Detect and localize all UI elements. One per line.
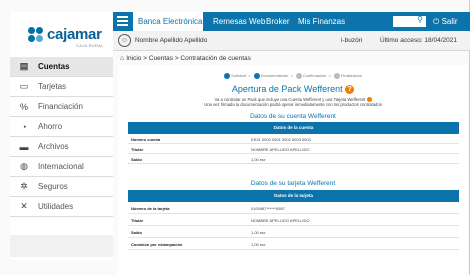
- user-name: Nombre Apellido Apellido: [135, 37, 208, 44]
- row-value: 0100987******0987: [251, 206, 285, 211]
- table-row: Titular NOMBRE APELLIDO APELLIDO: [128, 214, 459, 226]
- card-table-header: Datos de la tarjeta: [128, 190, 459, 202]
- table-row: Saldo 1,00 eur: [128, 226, 459, 238]
- account-section-title: Datos de su cuenta Wefferent: [250, 113, 336, 120]
- sidebar-item-tarjetas[interactable]: ▭ Tarjetas: [10, 77, 113, 97]
- book-icon: ▤: [19, 61, 29, 71]
- sidebar-item-label: Seguros: [38, 182, 68, 191]
- user-bar: ☺ Nombre Apellido Apellido i-buzón Últim…: [113, 31, 470, 51]
- progress-steps: Solicitud > Documentación > Confirmación > …: [118, 73, 468, 79]
- page-title-text: Apertura de Pack Wefferent: [231, 84, 343, 94]
- step-label: Solicitud: [230, 73, 247, 79]
- row-value: 1,00 eur: [251, 242, 266, 247]
- row-value: NOMBRE APELLIDO APELLIDO: [251, 147, 310, 152]
- table-row: Comisión por estampación 1,00 eur: [128, 238, 459, 250]
- brand-name: cajamar: [47, 26, 102, 43]
- page-title: Apertura de Pack Wefferent ?: [118, 84, 468, 95]
- help-icon[interactable]: ?: [345, 85, 355, 95]
- row-label: Saldo: [131, 230, 142, 235]
- row-label: Número de la tarjeta: [131, 206, 170, 211]
- user-avatar-icon[interactable]: ☺: [118, 34, 131, 47]
- row-value: 1,00 eur: [251, 157, 266, 162]
- tools-icon: ✕: [20, 201, 28, 211]
- row-label: Saldo: [131, 157, 142, 162]
- tab-remesas-web[interactable]: Remesas Web: [213, 12, 265, 31]
- shield-icon: ✲: [20, 181, 28, 191]
- account-table: Datos de la cuenta Número cuenta ES21 00…: [128, 122, 459, 164]
- step-1-icon: [223, 73, 230, 79]
- top-navigation: Banca Electrónica Remesas Web Broker Mis…: [113, 12, 470, 31]
- account-table-header: Datos de la cuenta: [128, 122, 459, 134]
- row-label: Titular: [131, 218, 144, 223]
- last-access: Último acceso: 18/04/2021: [380, 37, 457, 44]
- sidebar-item-seguros[interactable]: ✲ Seguros: [10, 177, 113, 197]
- step-label: Finalización: [340, 73, 363, 79]
- card-table: Datos de la tarjeta Número de la tarjeta…: [128, 190, 459, 250]
- step-3-icon: [295, 73, 302, 79]
- sidebar-item-label: Cuentas: [38, 62, 70, 71]
- intro-line-2: Una vez firmada la documentación podrá o…: [204, 102, 382, 107]
- card-icon: ▭: [19, 81, 29, 91]
- row-label: Número cuenta: [131, 137, 161, 142]
- tab-broker[interactable]: Broker: [266, 12, 290, 31]
- sidebar-item-label: Utilidades: [38, 202, 74, 211]
- sidebar-item-label: Tarjetas: [38, 82, 67, 91]
- row-value: NOMBRE APELLIDO APELLIDO: [251, 218, 310, 223]
- row-value: 1,00 eur: [251, 230, 266, 235]
- table-row: Número cuenta ES21 0000 0001 0002 0003 0…: [128, 134, 459, 144]
- home-icon[interactable]: ⌂: [120, 55, 124, 62]
- logout-button[interactable]: ⏻ Salir: [433, 12, 458, 31]
- sidebar-nav: ▤ Cuentas ▭ Tarjetas % Financiación ◔ Ah…: [10, 57, 113, 217]
- folder-icon: ▬: [19, 141, 29, 152]
- row-label: Comisión por estampación: [131, 242, 183, 247]
- search-icon[interactable]: ⚲: [417, 15, 423, 24]
- table-row: Saldo 1,00 eur: [128, 154, 459, 164]
- brand-logo-icon: [28, 27, 44, 43]
- sidebar-item-internacional[interactable]: ◍ Internacional: [10, 157, 113, 177]
- tab-banca-electronica[interactable]: Banca Electrónica: [133, 12, 203, 31]
- brand-tagline: CAJA RURAL: [76, 43, 104, 48]
- search-input[interactable]: ⚲: [393, 15, 426, 27]
- sidebar-item-label: Ahorro: [38, 122, 63, 131]
- table-row: Número de la tarjeta 0100987******0987: [128, 202, 459, 214]
- app-window: cajamar CAJA RURAL ▤ Cuentas ▭ Tarjetas …: [0, 0, 470, 275]
- row-value: ES21 0000 0001 0002 0003 0004: [251, 137, 311, 142]
- sidebar-item-label: Archivos: [38, 142, 69, 151]
- step-2-icon: [253, 73, 260, 79]
- hamburger-menu-icon[interactable]: [117, 16, 128, 27]
- sidebar-item-ahorro[interactable]: ◔ Ahorro: [10, 117, 113, 137]
- breadcrumb: ⌂ Inicio > Cuentas > Contratación de cuen…: [120, 55, 251, 62]
- mailbox-link[interactable]: i-buzón: [341, 37, 362, 44]
- table-row: Titular NOMBRE APELLIDO APELLIDO: [128, 144, 459, 154]
- sidebar-item-financiacion[interactable]: % Financiación: [10, 97, 113, 117]
- sidebar-item-utilidades[interactable]: ✕ Utilidades: [10, 197, 113, 217]
- brand-logo[interactable]: cajamar CAJA RURAL: [28, 25, 110, 55]
- sidebar-item-label: Financiación: [38, 102, 83, 111]
- sidebar: cajamar CAJA RURAL ▤ Cuentas ▭ Tarjetas …: [10, 12, 113, 260]
- power-icon: ⏻: [433, 17, 440, 26]
- sidebar-item-archivos[interactable]: ▬ Archivos: [10, 137, 113, 157]
- piggy-bank-icon: ◔: [21, 121, 27, 132]
- tab-mis-finanzas[interactable]: Mis Finanzas: [298, 12, 345, 31]
- globe-icon: ◍: [20, 161, 28, 171]
- breadcrumb-text[interactable]: Inicio > Cuentas > Contratación de cuent…: [126, 55, 251, 62]
- main-panel: Solicitud > Documentación > Confirmación > …: [118, 65, 468, 275]
- row-label: Titular: [131, 147, 144, 152]
- percent-icon: %: [19, 101, 28, 112]
- logout-label: Salir: [441, 17, 458, 26]
- step-label: Documentación: [260, 73, 289, 79]
- card-section-title: Datos de su tarjeta Wefferent: [250, 180, 336, 187]
- step-4-icon: [333, 73, 340, 79]
- sidebar-item-label: Internacional: [38, 162, 84, 171]
- step-label: Confirmación: [302, 73, 327, 79]
- sidebar-footer: [10, 235, 113, 257]
- sidebar-item-cuentas[interactable]: ▤ Cuentas: [10, 57, 113, 77]
